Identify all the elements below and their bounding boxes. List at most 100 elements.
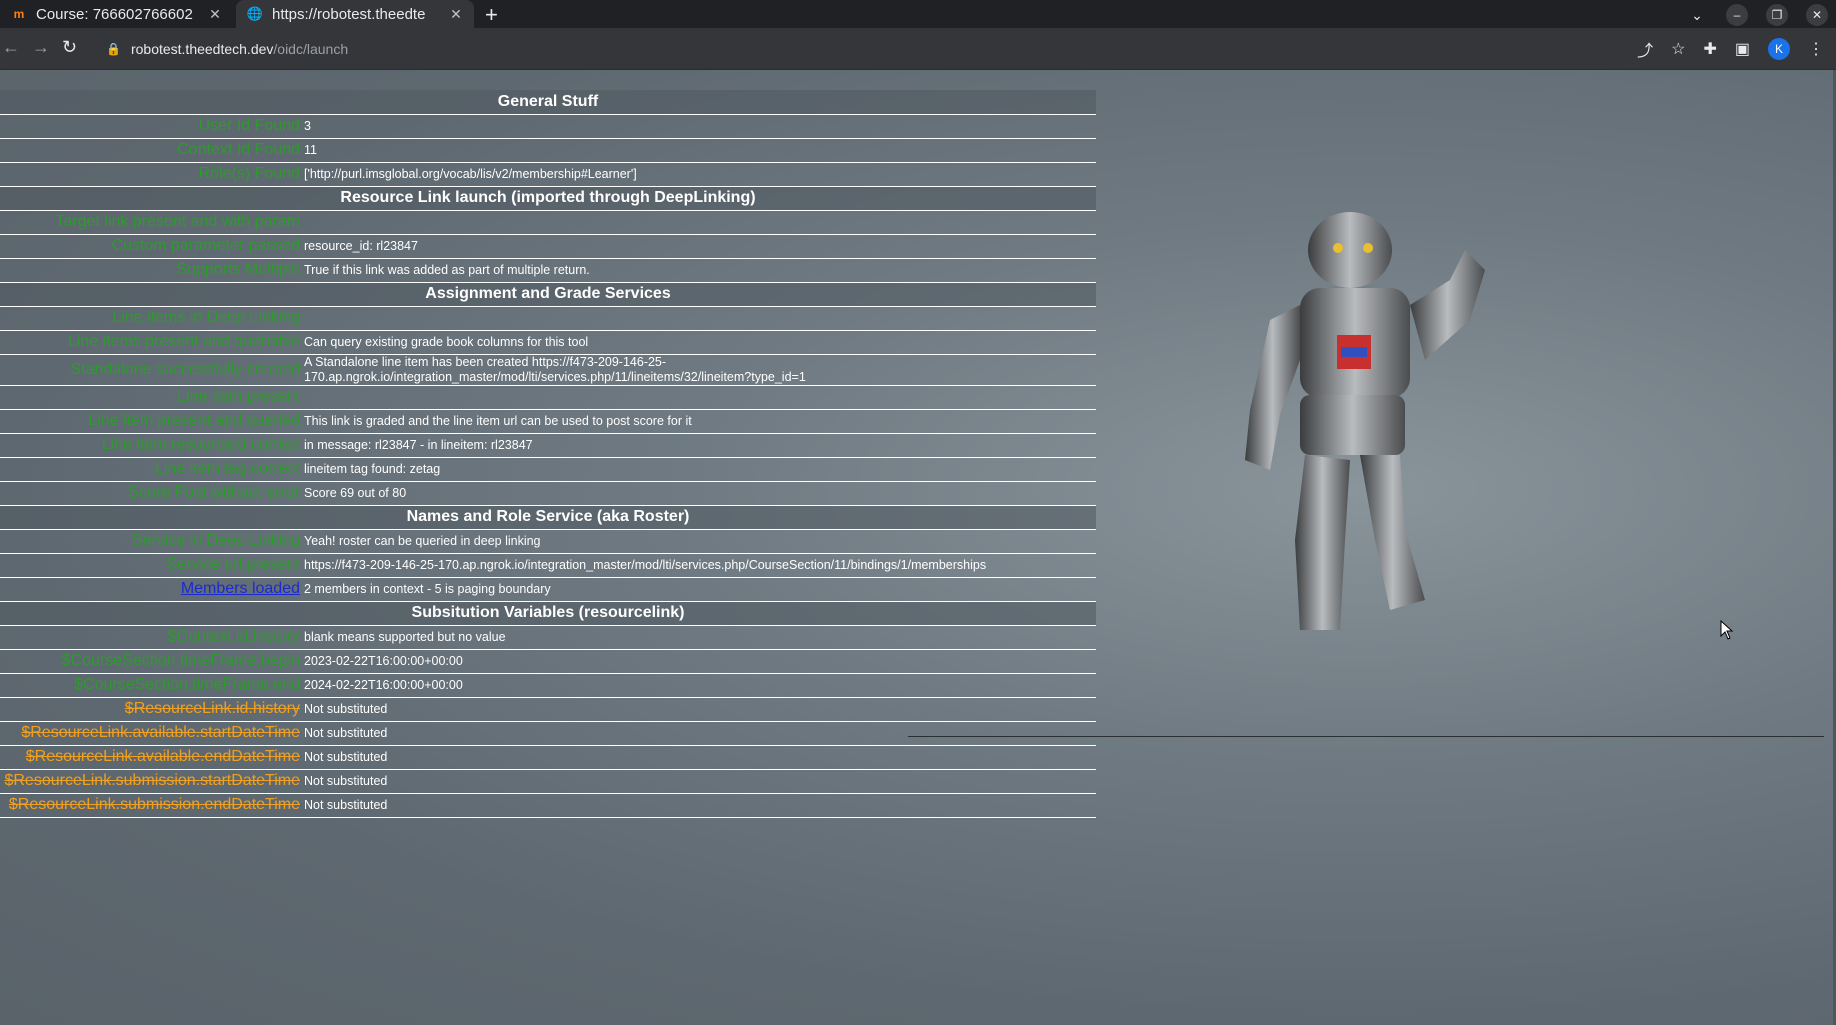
- row-label-text: Line items present and queriable: [67, 333, 300, 350]
- back-icon[interactable]: ←: [2, 37, 20, 58]
- row-value: 2 members in context - 5 is paging bound…: [302, 577, 1096, 602]
- share-icon[interactable]: ⤴: [1637, 37, 1653, 61]
- row-value: resource_id: rl23847: [302, 234, 1096, 259]
- restore-icon[interactable]: ❐: [1766, 4, 1788, 26]
- window-controls: ⌄ – ❐ ✕: [1686, 4, 1828, 26]
- row-label-text: Target link present and with param: [55, 213, 300, 230]
- row-value: in message: rl23847 - in lineitem: rl238…: [302, 433, 1096, 458]
- row-label-text: $ResourceLink.submission.endDateTime: [8, 796, 300, 813]
- profile-avatar[interactable]: K: [1768, 38, 1790, 60]
- row-value: [302, 385, 1096, 410]
- row-value: Score 69 out of 80: [302, 481, 1096, 506]
- page-viewport: General Stuff User Id Found 3 Context Id Fo…: [0, 70, 1836, 1025]
- row-value: [302, 306, 1096, 331]
- table-row: Target link present and with param: [0, 210, 1096, 235]
- row-value: Not substituted: [302, 793, 1096, 818]
- row-label-text: Context Id Found: [177, 141, 300, 158]
- row-label-text: Line item present and queried: [88, 412, 300, 429]
- browser-tab-strip: m Course: 766602766602 ✕ 🌐 https://robot…: [0, 0, 1836, 28]
- forward-icon[interactable]: →: [32, 37, 50, 58]
- row-label: $ResourceLink.available.endDateTime: [0, 745, 302, 770]
- row-value: Not substituted: [302, 697, 1096, 722]
- row-label: $ResourceLink.submission.startDateTime: [0, 769, 302, 794]
- table-row: Service in Deep Linking Yeah! roster can …: [0, 529, 1096, 554]
- section-title: General Stuff: [0, 90, 1096, 115]
- row-label-text: Score Post without error: [128, 484, 300, 501]
- row-value: This link is graded and the line item ur…: [302, 409, 1096, 434]
- row-value: True if this link was added as part of m…: [302, 258, 1096, 283]
- table-row: User Id Found 3: [0, 114, 1096, 139]
- row-label-text: $ResourceLink.id.history: [124, 700, 300, 717]
- table-row: $ResourceLink.submission.endDateTime Not …: [0, 793, 1096, 818]
- table-row: $Context.id.history blank means supported…: [0, 625, 1096, 650]
- globe-icon: 🌐: [246, 6, 264, 21]
- close-icon[interactable]: ✕: [448, 6, 464, 23]
- tab-search-icon[interactable]: ⌄: [1686, 4, 1708, 26]
- row-label: Role(s) Found: [0, 162, 302, 187]
- table-row: $ResourceLink.available.endDateTime Not s…: [0, 745, 1096, 770]
- row-label-text: Service url present: [166, 556, 300, 573]
- row-value: [302, 210, 1096, 235]
- reload-icon[interactable]: ↻: [62, 37, 77, 58]
- row-label-text: $ResourceLink.submission.startDateTime: [4, 772, 300, 789]
- robot-illustration: [1245, 212, 1485, 630]
- members-loaded-link[interactable]: Members loaded: [181, 580, 300, 597]
- row-label-text: $ResourceLink.available.startDateTime: [21, 724, 300, 741]
- table-row: $ResourceLink.submission.startDateTime No…: [0, 769, 1096, 794]
- row-label: $ResourceLink.available.startDateTime: [0, 721, 302, 746]
- row-label-text: $CourseSection.timeFrame.begin: [61, 652, 300, 669]
- row-label: Standalone successfully created: [0, 354, 302, 386]
- minimize-icon[interactable]: –: [1726, 4, 1748, 26]
- tab-robotest[interactable]: 🌐 https://robotest.theedte ✕: [236, 0, 474, 28]
- row-value: https://f473-209-146-25-170.ap.ngrok.io/…: [302, 553, 1096, 578]
- row-value: Can query existing grade book columns fo…: [302, 330, 1096, 355]
- row-label: Service url present: [0, 553, 302, 578]
- close-window-icon[interactable]: ✕: [1806, 4, 1828, 26]
- row-value: ['http://purl.imsglobal.org/vocab/lis/v2…: [302, 162, 1096, 187]
- table-row: $ResourceLink.id.history Not substituted: [0, 697, 1096, 722]
- row-value: Not substituted: [302, 745, 1096, 770]
- close-icon[interactable]: ✕: [207, 6, 223, 23]
- extensions-icon[interactable]: ✚: [1703, 39, 1716, 59]
- row-label: Supports Multiple: [0, 258, 302, 283]
- row-label: User Id Found: [0, 114, 302, 139]
- side-panel-icon[interactable]: ▣: [1735, 39, 1750, 59]
- new-tab-button[interactable]: +: [485, 2, 498, 28]
- tab-title: Course: 766602766602: [36, 5, 193, 23]
- row-label: $ResourceLink.submission.endDateTime: [0, 793, 302, 818]
- section-header-row: Assignment and Grade Services: [0, 282, 1096, 307]
- divider-line: [908, 736, 1824, 737]
- address-bar[interactable]: 🔒 robotest.theedtech.dev/oidc/launch: [98, 35, 1608, 63]
- row-label: Line items in Deep Linking: [0, 306, 302, 331]
- row-label-text: $ResourceLink.available.endDateTime: [25, 748, 300, 765]
- section-header-row: General Stuff: [0, 90, 1096, 115]
- row-label-text: Standalone successfully created: [70, 360, 300, 378]
- lock-icon[interactable]: 🔒: [106, 42, 121, 56]
- row-label: Members loaded: [0, 577, 302, 602]
- table-row: Role(s) Found ['http://purl.imsglobal.org…: [0, 162, 1096, 187]
- table-row: Members loaded 2 members in context - 5 i…: [0, 577, 1096, 602]
- section-title: Resource Link launch (imported through D…: [0, 186, 1096, 211]
- menu-icon[interactable]: ⋮: [1808, 39, 1824, 59]
- row-label: $CourseSection.timeFrame.begin: [0, 649, 302, 674]
- row-label: $ResourceLink.id.history: [0, 697, 302, 722]
- bookmark-star-icon[interactable]: ☆: [1671, 39, 1685, 59]
- row-value: lineitem tag found: zetag: [302, 457, 1096, 482]
- row-label-text: Custom parameter passed: [111, 237, 300, 254]
- row-value: Not substituted: [302, 721, 1096, 746]
- row-value: Yeah! roster can be queried in deep link…: [302, 529, 1096, 554]
- mouse-cursor-icon: [1720, 620, 1734, 640]
- row-label-text: $CourseSection.timeFrame.end: [74, 676, 300, 693]
- row-value: 3: [302, 114, 1096, 139]
- url-host: robotest.theedtech.dev: [130, 41, 274, 57]
- table-row: Service url present https://f473-209-146-…: [0, 553, 1096, 578]
- row-label: Line item present: [0, 385, 302, 410]
- table-row: Line items in Deep Linking: [0, 306, 1096, 331]
- section-title: Assignment and Grade Services: [0, 282, 1096, 307]
- row-label-text: Line item tag correct: [155, 460, 300, 477]
- tab-course[interactable]: m Course: 766602766602 ✕: [0, 0, 233, 28]
- row-label: Line item tag correct: [0, 457, 302, 482]
- row-label-text: Supports Multiple: [176, 261, 300, 278]
- table-row: Standalone successfully created A Standal…: [0, 354, 1096, 386]
- row-value: A Standalone line item has been created …: [302, 354, 1096, 386]
